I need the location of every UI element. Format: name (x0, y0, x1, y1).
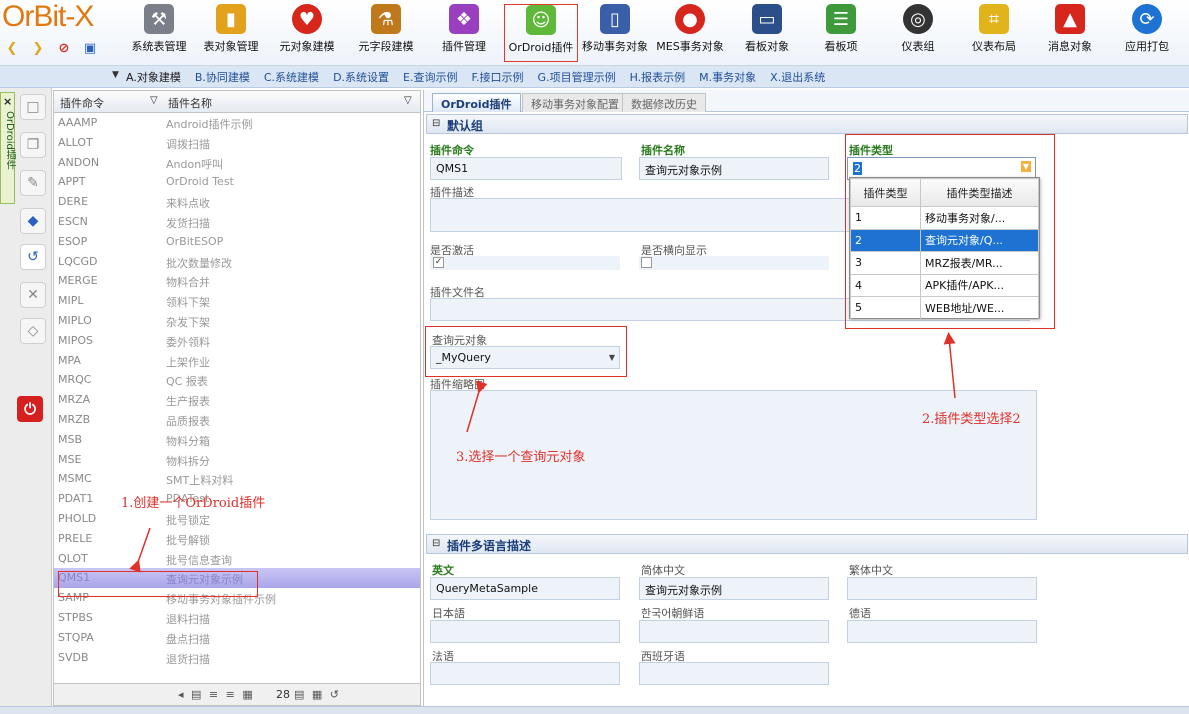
annotation-step1: 1.创建一个OrDroid插件 (121, 496, 266, 511)
annotation-arrow-query (466, 380, 488, 433)
annotation-arrow-row (129, 527, 151, 573)
annotation-step2: 2.插件类型选择2 (922, 412, 1021, 427)
status-bar (0, 706, 1189, 714)
annotation-arrow-type (943, 332, 956, 399)
annotation-arrows (129, 332, 956, 573)
annotation-step3: 3.选择一个查询元对象 (456, 450, 586, 465)
